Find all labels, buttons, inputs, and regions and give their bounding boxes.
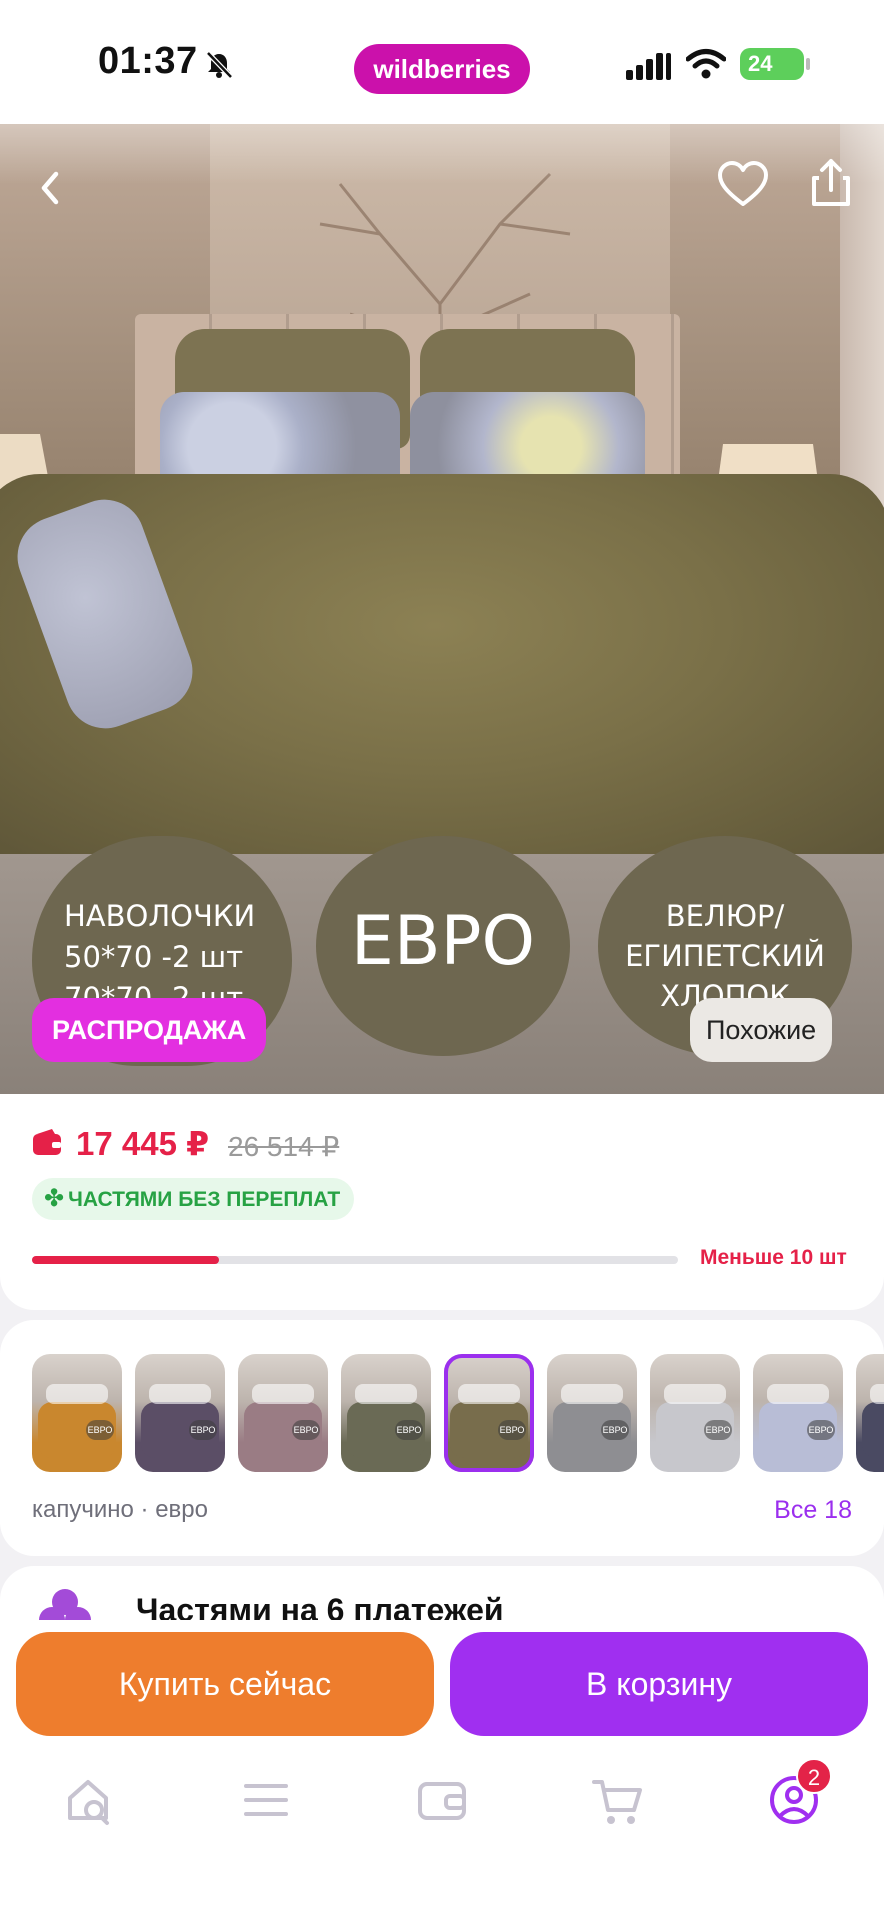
tab-bar [0,1770,884,1866]
variant-thumbnail[interactable]: ЕВРО [753,1354,843,1472]
variant-thumbnail[interactable]: ЕВРО [32,1354,122,1472]
variant-size-tag: ЕВРО [86,1420,114,1440]
product-page: 01:37 wildberries 24 НАВОЛОЧКИ 50*70 -2 … [0,0,884,1920]
profile-notification-badge: 2 [796,1758,832,1794]
bell-muted-icon [206,51,233,79]
similar-button[interactable]: Похожие [690,998,833,1062]
variant-size-tag: ЕВРО [395,1420,423,1440]
size-badge: ЕВРО [316,836,570,1056]
variant-thumbnail[interactable]: ЕВРО [444,1354,534,1472]
installment-badge[interactable]: ✤ ЧАСТЯМИ БЕЗ ПЕРЕПЛАТ [32,1178,355,1220]
old-price: 26 514 ₽ [228,1131,340,1162]
buy-now-button[interactable]: Купить сейчас [16,1632,434,1736]
heart-icon[interactable] [714,156,772,214]
cart-icon[interactable] [588,1770,648,1830]
battery-indicator: 24 [740,48,810,80]
price-card: 17 445 ₽ 26 514 ₽ ✤ ЧАСТЯМИ БЕЗ ПЕРЕПЛАТ … [0,1094,884,1310]
variant-size-tag: ЕВРО [498,1420,526,1440]
all-variants-link[interactable]: Все 18 [774,1496,852,1525]
variant-size-tag: ЕВРО [189,1420,217,1440]
variant-size-tag: ЕВРО [601,1420,629,1440]
wifi-icon [686,49,726,79]
wallet-icon[interactable] [412,1770,472,1830]
wallet-icon [33,1129,61,1155]
variant-thumbnail[interactable]: ЕВРО [238,1354,328,1472]
variant-thumbnail[interactable]: ЕВРО [650,1354,740,1472]
home-search-icon[interactable] [60,1770,120,1830]
chevron-left-icon[interactable] [22,160,78,216]
variant-thumbnail[interactable]: ЕВРО [341,1354,431,1472]
variant-thumbnail[interactable] [856,1354,884,1472]
current-price: 17 445 ₽ [76,1125,210,1162]
wildberries-logo: wildberries [354,44,530,94]
variant-thumbnail[interactable]: ЕВРО [135,1354,225,1472]
stock-text: Меньше 10 шт [700,1246,847,1269]
product-image-gallery[interactable]: НАВОЛОЧКИ 50*70 -2 шт 70*70 -2 шт ЕВРО В… [0,124,884,1094]
variant-size-tag: ЕВРО [292,1420,320,1440]
variants-card: ЕВРО ЕВРО ЕВРО ЕВРО ЕВРО ЕВРО ЕВРО ЕВРО капучин… [0,1320,884,1556]
share-icon[interactable] [802,154,860,212]
bottom-action-bar: Купить сейчас В корзину 2 [0,1620,884,1920]
catalog-menu-icon[interactable] [236,1770,296,1830]
variant-thumbnails[interactable]: ЕВРО ЕВРО ЕВРО ЕВРО ЕВРО ЕВРО ЕВРО ЕВРО [32,1354,884,1474]
signal-icon [626,53,671,80]
selected-variant-label: капучино · евро [32,1496,209,1523]
stock-progress [32,1256,678,1264]
status-bar: 01:37 wildberries 24 [0,0,884,124]
clover-icon: ✤ [44,1185,65,1212]
variant-size-tag: ЕВРО [704,1420,732,1440]
sale-badge: РАСПРОДАЖА [32,998,267,1062]
add-to-cart-button[interactable]: В корзину [450,1632,868,1736]
variant-thumbnail[interactable]: ЕВРО [547,1354,637,1472]
stock-progress-fill [32,1256,220,1264]
variant-size-tag: ЕВРО [807,1420,835,1440]
status-time: 01:37 [98,40,198,82]
